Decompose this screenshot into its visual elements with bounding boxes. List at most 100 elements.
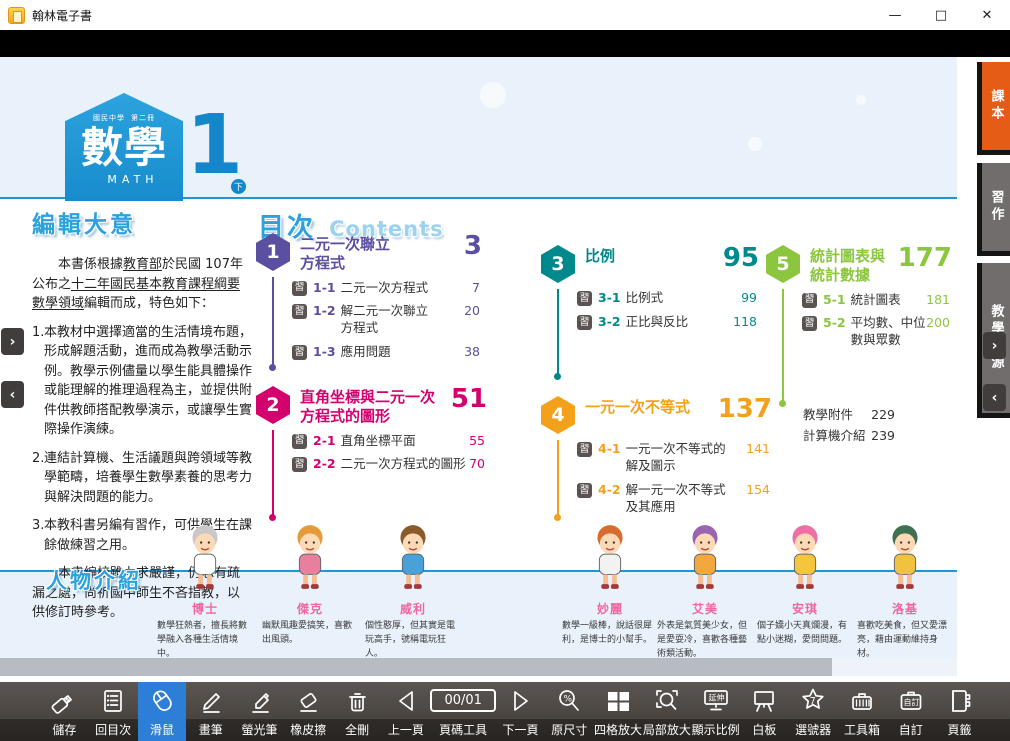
number-picker-button[interactable]: 7 選號器 xyxy=(789,682,838,741)
mouse-tool-button[interactable]: 滑鼠 xyxy=(138,682,187,741)
whiteboard-icon xyxy=(749,682,779,719)
pen-tool-button[interactable]: 畫筆 xyxy=(186,682,235,741)
workbook-badge: 習 xyxy=(292,304,307,319)
chapter-title[interactable]: 直角坐標與二元一次方程式的圖形 xyxy=(300,388,445,426)
extra-page: 239 xyxy=(871,425,895,446)
chapter-title[interactable]: 一元一次不等式 xyxy=(585,398,690,417)
chapter-header[interactable]: 3 比例 95 xyxy=(541,245,763,283)
custom-button[interactable]: 自訂 自訂 xyxy=(886,682,935,741)
highlighter-tool-button[interactable]: 螢光筆 xyxy=(235,682,284,741)
chapter-number-hexagon: 5 xyxy=(766,245,800,283)
eraser-tool-button[interactable]: 橡皮擦 xyxy=(284,682,333,741)
section-number: 1-3 xyxy=(313,344,336,361)
top-black-bar xyxy=(0,30,1010,57)
page-indicator-value[interactable]: 00/01 xyxy=(430,689,495,712)
section-title[interactable]: 二元一次方程式 xyxy=(341,280,429,297)
chapter-4: 4 一元一次不等式 137 習 4-1 一元一次不等式的解及圖示 141 習 4… xyxy=(541,396,776,521)
section-number: 4-1 xyxy=(598,441,621,458)
extra-row[interactable]: 計算機介紹 239 xyxy=(803,425,895,446)
toc-section-row[interactable]: 習 1-2 解二元一次聯立方程式 20 xyxy=(292,303,486,337)
minimize-button[interactable]: — xyxy=(872,1,918,29)
section-page: 99 xyxy=(741,290,763,307)
toc-section-row[interactable]: 習 2-1 直角坐標平面 55 xyxy=(292,433,491,450)
section-title[interactable]: 解一元一次不等式及其應用 xyxy=(626,482,738,516)
delete-all-button[interactable]: 全刪 xyxy=(333,682,382,741)
original-size-button[interactable]: % 原尺寸 xyxy=(545,682,594,741)
right-back-arrow-button[interactable]: ‹ xyxy=(983,384,1006,411)
toc-section-row[interactable]: 習 5-2 平均數、中位數與眾數 200 xyxy=(802,315,956,349)
window-controls: — □ ✕ xyxy=(872,1,1010,29)
character-name: 洛基 xyxy=(857,600,953,617)
left-back-arrow-button[interactable]: ‹ xyxy=(1,381,24,408)
character-card: 傑克 幽默風趣愛搞笑，喜歡出風頭。 xyxy=(262,522,358,648)
section-number: 5-1 xyxy=(823,292,846,309)
pen-icon xyxy=(196,682,226,719)
section-title[interactable]: 解二元一次聯立方程式 xyxy=(341,303,436,337)
character-illustration xyxy=(581,522,639,594)
character-description: 喜歡吃美食，但又愛漂亮，藉由運動維持身材。 xyxy=(857,620,953,662)
workbook-badge: 習 xyxy=(292,281,307,296)
character-illustration xyxy=(281,522,339,594)
tab-textbook[interactable]: 課本 xyxy=(977,62,1010,155)
extra-row[interactable]: 教學附件 229 xyxy=(803,404,895,425)
chapter-page-number: 177 xyxy=(898,245,956,271)
titlebar: 翰林電子書 — □ ✕ xyxy=(0,0,1010,30)
toolbox-button[interactable]: 工具箱 xyxy=(838,682,887,741)
characters-section-title: 人物介紹 xyxy=(46,565,142,595)
tab-workbook[interactable]: 習作 xyxy=(977,163,1010,256)
back-to-contents-button[interactable]: 回目次 xyxy=(89,682,138,741)
chapter-title[interactable]: 比例 xyxy=(585,247,615,266)
chapter-header[interactable]: 5 統計圖表與統計數據 177 xyxy=(766,245,956,285)
workbook-badge: 習 xyxy=(292,345,307,360)
maximize-button[interactable]: □ xyxy=(918,1,964,29)
character-illustration xyxy=(876,522,934,594)
right-forward-arrow-button[interactable]: › xyxy=(983,332,1006,359)
book-page: 國民中學第二冊 數學 MATH 1 下 編輯大意 本書係根據教育部於民國 107… xyxy=(0,57,1010,658)
page-number-tool[interactable]: 00/01 頁碼工具 xyxy=(430,682,496,741)
workbook-badge: 習 xyxy=(802,316,817,331)
toc-section-row[interactable]: 習 5-1 統計圖表 181 xyxy=(802,292,956,309)
svg-text:自訂: 自訂 xyxy=(903,697,919,707)
toc-section-row[interactable]: 習 4-1 一元一次不等式的解及圖示 141 xyxy=(577,441,776,475)
usb-save-icon xyxy=(49,682,79,719)
toc-section-row[interactable]: 習 3-2 正比與反比 118 xyxy=(577,314,763,331)
character-card: 艾美 外表是氣質美少女，但是愛耍冷，喜歡各種藝術類活動。 xyxy=(657,522,753,662)
section-title[interactable]: 統計圖表 xyxy=(851,292,901,309)
toc-section-row[interactable]: 習 2-2 二元一次方程式的圖形 70 xyxy=(292,456,491,473)
section-title[interactable]: 直角坐標平面 xyxy=(341,433,416,450)
chapter-page-number: 51 xyxy=(451,386,491,412)
chapter-header[interactable]: 1 二元一次聯立方程式 3 xyxy=(256,233,486,273)
display-ratio-button[interactable]: 延伸 顯示比例 xyxy=(691,682,740,741)
chapter-title[interactable]: 統計圖表與統計數據 xyxy=(810,247,894,285)
svg-text:%: % xyxy=(564,694,573,704)
chapter-number-hexagon: 3 xyxy=(541,245,575,283)
section-page: 154 xyxy=(746,482,776,499)
left-forward-arrow-button[interactable]: › xyxy=(1,328,24,355)
section-title[interactable]: 應用問題 xyxy=(341,344,391,361)
chapter-header[interactable]: 2 直角坐標與二元一次方程式的圖形 51 xyxy=(256,386,491,426)
close-button[interactable]: ✕ xyxy=(964,1,1010,29)
toc-section-row[interactable]: 習 1-3 應用問題 38 xyxy=(292,344,486,361)
page-tabs-button[interactable]: 頁籤 xyxy=(935,682,984,741)
section-title[interactable]: 正比與反比 xyxy=(626,314,689,331)
monitor-extend-icon: 延伸 xyxy=(700,682,732,719)
next-page-button[interactable]: 下一頁 xyxy=(496,682,545,741)
save-button[interactable]: 儲存 xyxy=(40,682,89,741)
toc-section-row[interactable]: 習 4-2 解一元一次不等式及其應用 154 xyxy=(577,482,776,516)
chapter-title[interactable]: 二元一次聯立方程式 xyxy=(300,235,400,273)
section-title[interactable]: 二元一次方程式的圖形 xyxy=(341,456,466,473)
chapter-3: 3 比例 95 習 3-1 比例式 99 習 3-2 正比與反比 118 xyxy=(541,245,763,380)
chapter-header[interactable]: 4 一元一次不等式 137 xyxy=(541,396,776,434)
quad-zoom-button[interactable]: 四格放大 xyxy=(594,682,643,741)
horizontal-scrollbar[interactable] xyxy=(0,658,957,676)
toc-section-row[interactable]: 習 3-1 比例式 99 xyxy=(577,290,763,307)
character-description: 數學一級棒，說話很犀利，是博士的小幫手。 xyxy=(562,620,658,648)
whiteboard-button[interactable]: 白板 xyxy=(740,682,789,741)
highlighter-icon xyxy=(245,682,275,719)
toc-section-row[interactable]: 習 1-1 二元一次方程式 7 xyxy=(292,280,486,297)
section-title[interactable]: 比例式 xyxy=(626,290,664,307)
section-title[interactable]: 一元一次不等式的解及圖示 xyxy=(626,441,738,475)
section-title[interactable]: 平均數、中位數與眾數 xyxy=(851,315,927,349)
area-zoom-button[interactable]: 局部放大 xyxy=(642,682,691,741)
previous-page-button[interactable]: 上一頁 xyxy=(381,682,430,741)
